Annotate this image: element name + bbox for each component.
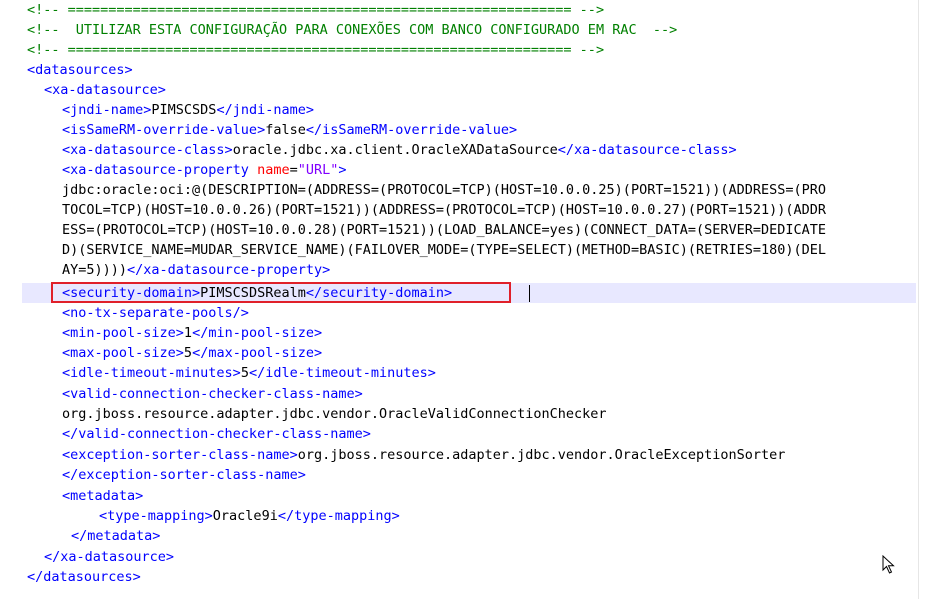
arrow-cursor-icon — [882, 555, 895, 574]
url-line-1: jdbc:oracle:oci:@(DESCRIPTION=(ADDRESS=(… — [62, 182, 827, 198]
xa-datasource-close-line: </xa-datasource> — [44, 549, 175, 565]
jndi-name-line: <jndi-name>PIMSCSDS</jndi-name> — [62, 102, 314, 118]
sorter-line: <exception-sorter-class-name>org.jboss.r… — [62, 447, 786, 463]
idle-timeout-line: <idle-timeout-minutes>5</idle-timeout-mi… — [62, 365, 436, 381]
datasources-close-line: </datasources> — [27, 569, 141, 585]
security-domain-highlight-box — [51, 282, 511, 303]
issamerm-value: false — [265, 122, 306, 138]
no-tx-line: <no-tx-separate-pools/> — [62, 305, 249, 321]
max-pool-line: <max-pool-size>5</max-pool-size> — [62, 345, 323, 361]
jndi-name-value: PIMSCSDS — [151, 102, 217, 118]
sorter-close-line: </exception-sorter-class-name> — [62, 467, 306, 483]
comment-rule-bottom: <!-- ===================================… — [27, 42, 605, 58]
comment-title: <!-- UTILIZAR ESTA CONFIGURAÇÃO PARA CON… — [27, 22, 678, 38]
metadata-close-line: </metadata> — [71, 528, 161, 544]
type-mapping-value: Oracle9i — [212, 508, 278, 524]
xa-class-value: oracle.jdbc.xa.client.OracleXADataSource — [232, 142, 558, 158]
type-mapping-line: <type-mapping>Oracle9i</type-mapping> — [99, 508, 400, 524]
checker-close-line: </valid-connection-checker-class-name> — [62, 426, 371, 442]
datasources-open-line: <datasources> — [27, 62, 133, 78]
url-line-5: AY=5))))</xa-datasource-property> — [62, 262, 331, 278]
xa-datasource-open-line: <xa-datasource> — [44, 82, 166, 98]
comment-rule-top: <!-- ===================================… — [27, 2, 605, 18]
url-line-2: TOCOL=TCP)(HOST=10.0.0.26)(PORT=1521))(A… — [62, 202, 827, 218]
checker-value-line: org.jboss.resource.adapter.jdbc.vendor.O… — [62, 406, 607, 422]
text-caret — [529, 285, 530, 302]
url-line-4: D)(SERVICE_NAME=MUDAR_SERVICE_NAME)(FAIL… — [62, 242, 827, 258]
attribute-name: name — [257, 162, 290, 178]
xml-code-editor[interactable]: <!-- ===================================… — [0, 0, 933, 599]
editor-right-edge — [918, 0, 919, 599]
max-pool-value: 5 — [183, 345, 193, 361]
attribute-value: "URL" — [297, 162, 339, 178]
idle-timeout-value: 5 — [240, 365, 249, 381]
checker-open-line: <valid-connection-checker-class-name> — [62, 386, 363, 402]
url-line-3: ESS=(PROTOCOL=TCP)(HOST=10.0.0.28)(PORT=… — [62, 222, 827, 238]
issamerm-line: <isSameRM-override-value>false</isSameRM… — [62, 122, 518, 138]
xa-datasource-property-open-line: <xa-datasource-property name="URL"> — [62, 162, 347, 178]
min-pool-value: 1 — [183, 325, 193, 341]
min-pool-line: <min-pool-size>1</min-pool-size> — [62, 325, 323, 341]
sorter-value: org.jboss.resource.adapter.jdbc.vendor.O… — [297, 447, 786, 463]
xa-datasource-class-line: <xa-datasource-class>oracle.jdbc.xa.clie… — [62, 142, 737, 158]
metadata-open-line: <metadata> — [62, 488, 144, 504]
